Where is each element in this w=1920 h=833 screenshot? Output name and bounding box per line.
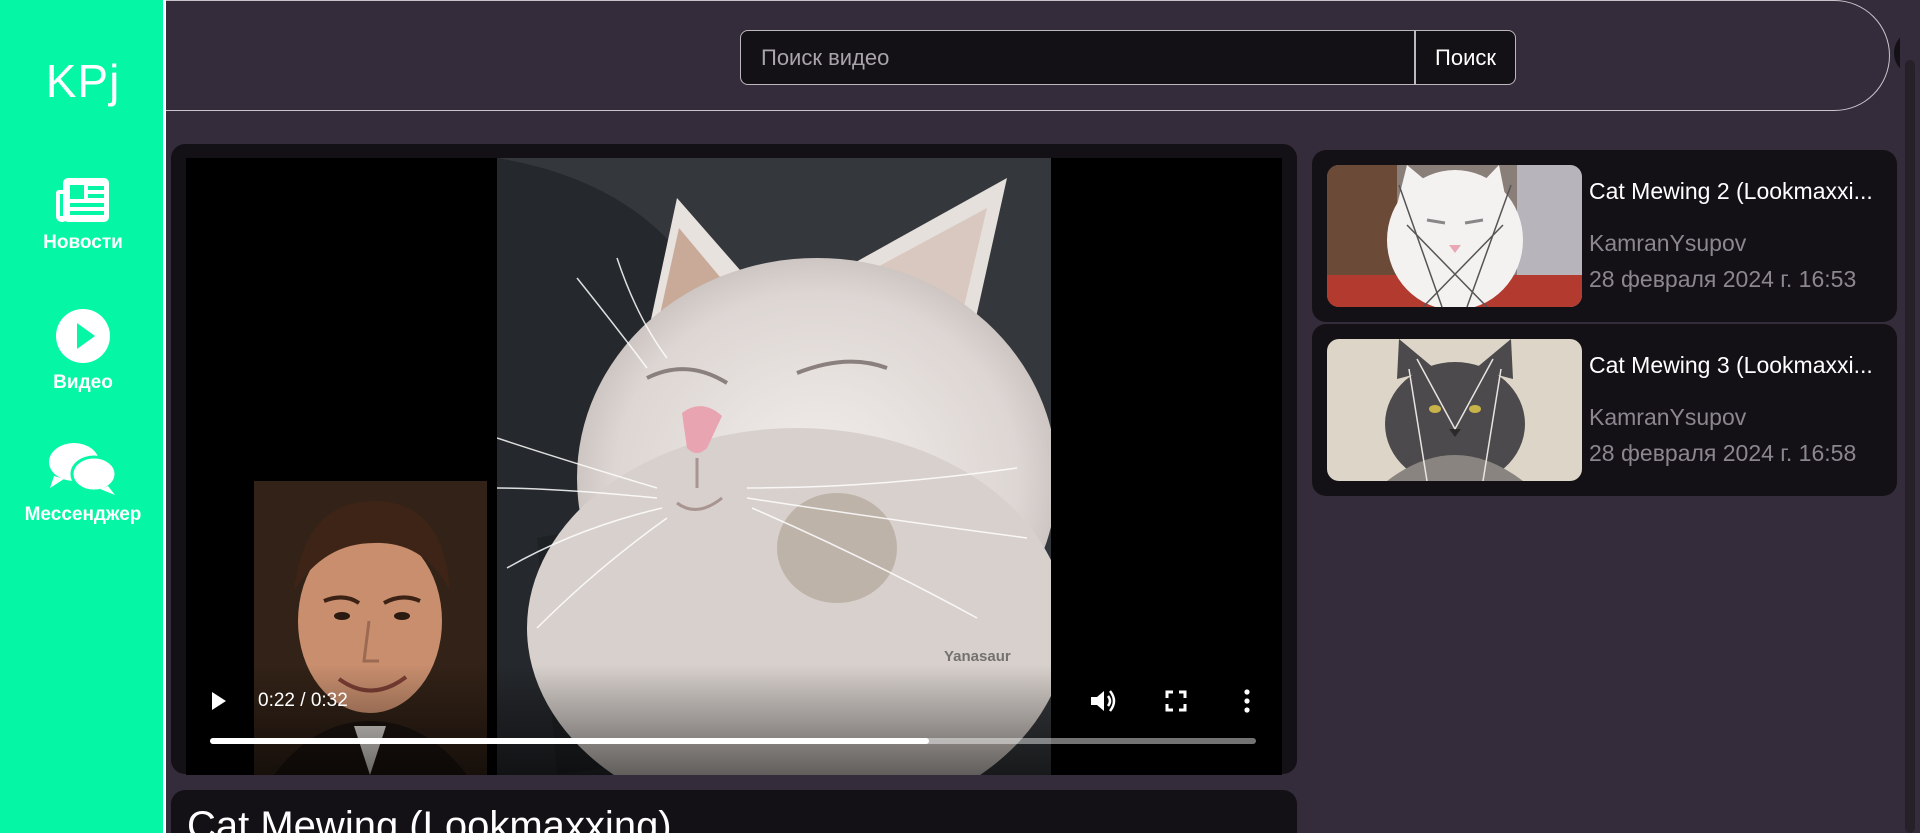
recommended-video[interactable]: Cat Mewing 2 (Lookmaxxi... KamranYsupov … xyxy=(1312,150,1897,322)
sidebar-item-label: Мессенджер xyxy=(24,504,142,525)
time-display: 0:22 / 0:32 xyxy=(258,690,348,711)
sidebar-item-messenger[interactable]: Мессенджер xyxy=(0,440,166,526)
logo[interactable]: KPj xyxy=(0,54,166,108)
play-button[interactable] xyxy=(204,686,234,716)
video-thumbnail[interactable] xyxy=(1327,339,1582,481)
sidebar-item-label: Видео xyxy=(53,372,113,393)
more-options-button[interactable] xyxy=(1232,684,1262,718)
sidebar-item-news[interactable]: Новости xyxy=(0,176,166,254)
progress-bar[interactable] xyxy=(210,738,1256,744)
volume-icon xyxy=(1091,690,1116,712)
sidebar-item-video[interactable]: Видео xyxy=(0,308,166,394)
search-button[interactable]: Поиск xyxy=(1415,30,1516,85)
play-circle-icon xyxy=(56,309,110,363)
progress-fill xyxy=(210,738,930,744)
video-thumbnail[interactable] xyxy=(1327,165,1582,307)
search-input[interactable] xyxy=(740,30,1415,85)
recommended-video-title[interactable]: Cat Mewing 3 (Lookmaxxi... xyxy=(1589,352,1889,379)
recommended-video-date: 28 февраля 2024 г. 16:53 xyxy=(1589,266,1857,292)
recommended-video-title[interactable]: Cat Mewing 2 (Lookmaxxi... xyxy=(1589,178,1889,205)
video-watermark: Yanasaur xyxy=(944,648,1011,665)
recommended-video[interactable]: Cat Mewing 3 (Lookmaxxi... KamranYsupov … xyxy=(1312,324,1897,496)
volume-button[interactable] xyxy=(1086,684,1120,718)
chat-bubbles-icon xyxy=(49,443,118,495)
sidebar-item-label: Новости xyxy=(43,232,123,253)
scrollbar-thumb[interactable] xyxy=(1905,60,1915,833)
recommended-video-author[interactable]: KamranYsupov xyxy=(1589,230,1746,257)
recommended-video-date: 28 февраля 2024 г. 16:58 xyxy=(1589,440,1857,466)
video-info-card: Cat Mewing (Lookmaxxing) xyxy=(171,790,1297,833)
controls-overlay xyxy=(186,665,1282,775)
recommended-video-author[interactable]: KamranYsupov xyxy=(1589,404,1746,431)
fullscreen-button[interactable] xyxy=(1159,684,1193,718)
video-title: Cat Mewing (Lookmaxxing) xyxy=(187,804,672,833)
more-vertical-icon xyxy=(1244,689,1250,713)
top-header: Поиск xyxy=(166,0,1920,111)
play-icon xyxy=(212,692,226,710)
newspaper-icon xyxy=(56,178,109,222)
page-scrollbar[interactable] xyxy=(1900,0,1920,833)
video-player[interactable]: Yanasaur 0:22 / 0:32 xyxy=(186,158,1282,775)
search-bar: Поиск xyxy=(740,30,1516,85)
sidebar: KPj Новости Видео Мессенджер xyxy=(0,0,166,833)
fullscreen-icon xyxy=(1165,690,1187,712)
